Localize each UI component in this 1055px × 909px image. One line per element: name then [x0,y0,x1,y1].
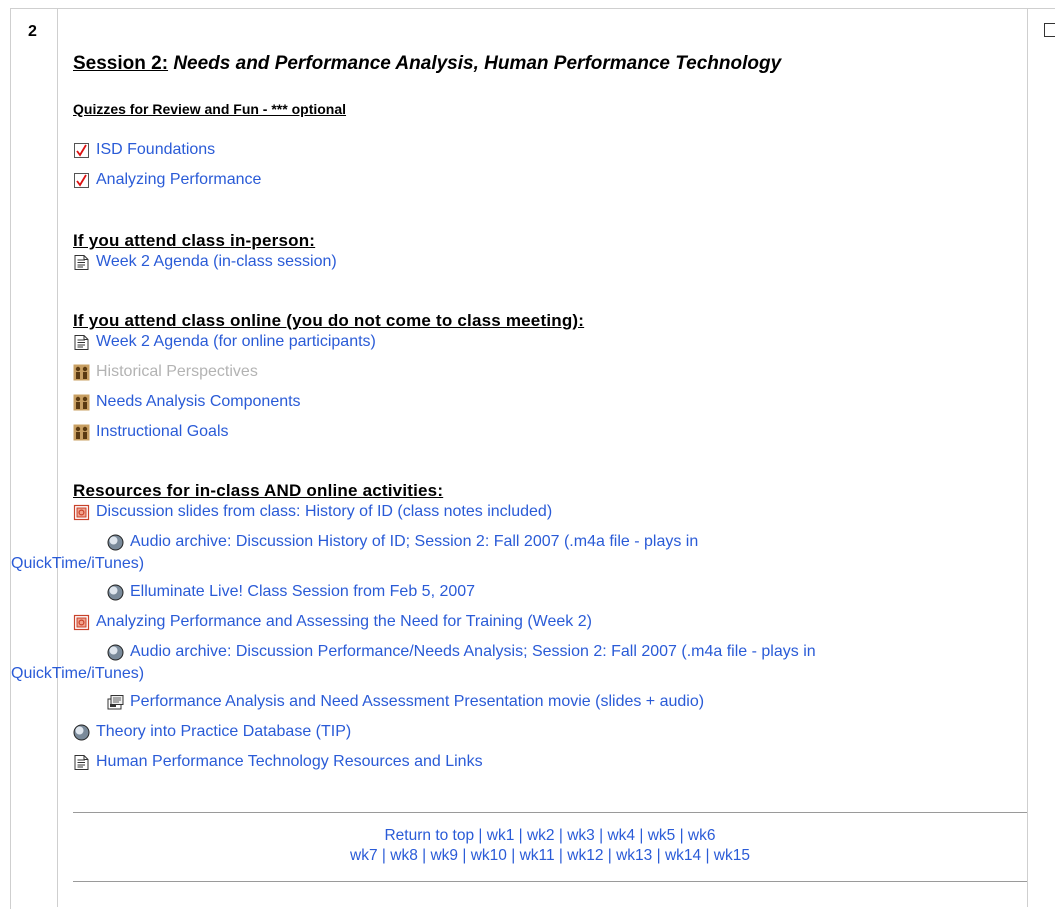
quizzes-heading: Quizzes for Review and Fun - *** optiona… [73,101,347,117]
resource-audio-needs-analysis-label[interactable]: Audio archive: Discussion Performance/Ne… [130,643,816,661]
week-link-wk7[interactable]: wk7 [350,847,378,864]
week-navigation: Return to top | wk1 | wk2 | wk3 | wk4 | … [73,826,1027,866]
week-link-wk6[interactable]: wk6 [688,827,716,844]
week-link-wk11[interactable]: wk11 [520,847,555,864]
course-section-2: 2 Session 2: Needs and Performance Analy… [10,8,1055,909]
section-title: Session 2: Needs and Performance Analysi… [73,53,781,75]
quiz-analyzing-performance[interactable]: Analyzing Performance [73,171,261,189]
nav-separator: | [639,827,644,844]
document-icon [74,755,89,770]
quiz-icon [74,173,89,188]
resource-tip-database[interactable]: Theory into Practice Database (TIP) [73,723,351,741]
resource-elluminate-session-label[interactable]: Elluminate Live! Class Session from Feb … [130,583,475,601]
week-link-wk15[interactable]: wk15 [714,847,750,864]
forum-icon [73,394,90,411]
document-icon [74,335,89,350]
nav-separator: | [607,847,612,864]
inperson-week2-agenda-label[interactable]: Week 2 Agenda (in-class session) [96,253,337,271]
nav-separator: | [462,847,467,864]
nav-separator: | [518,827,523,844]
return-to-top-link[interactable]: Return to top [384,827,474,844]
quiz-icon [74,143,89,158]
online-week2-agenda-label[interactable]: Week 2 Agenda (for online participants) [96,333,376,351]
week-navigation-row-2: wk7 | wk8 | wk9 | wk10 | wk11 | wk12 | w… [73,846,1027,866]
resources-heading: Resources for in-class AND online activi… [73,481,444,500]
web-link-icon [107,644,124,661]
document-icon [74,255,89,270]
powerpoint-icon [73,614,90,631]
week-link-wk4[interactable]: wk4 [607,827,635,844]
highlight-section-checkbox[interactable] [1044,23,1055,37]
resource-hpt-links[interactable]: Human Performance Technology Resources a… [73,753,483,771]
forum-instructional-goals-label[interactable]: Instructional Goals [96,423,229,441]
section-right-column [1027,9,1055,907]
movie-icon [107,695,124,710]
inperson-heading: If you attend class in-person: [73,231,316,250]
online-week2-agenda[interactable]: Week 2 Agenda (for online participants) [73,333,376,351]
resource-tip-database-label[interactable]: Theory into Practice Database (TIP) [96,723,351,741]
week-link-wk3[interactable]: wk3 [567,827,595,844]
week-link-wk5[interactable]: wk5 [648,827,676,844]
week-link-wk12[interactable]: wk12 [567,847,603,864]
quiz-isd-foundations-label[interactable]: ISD Foundations [96,141,215,159]
resource-presentation-movie[interactable]: Performance Analysis and Need Assessment… [107,693,704,711]
forum-historical-perspectives[interactable]: Historical Perspectives [73,363,258,381]
forum-historical-perspectives-label[interactable]: Historical Perspectives [96,363,258,381]
week-link-wk2[interactable]: wk2 [527,827,555,844]
week-link-wk10[interactable]: wk10 [471,847,507,864]
resource-audio-needs-analysis[interactable]: Audio archive: Discussion Performance/Ne… [107,643,816,661]
nav-separator: | [558,847,563,864]
quiz-isd-foundations[interactable]: ISD Foundations [73,141,215,159]
resource-presentation-movie-label[interactable]: Performance Analysis and Need Assessment… [130,693,704,711]
forum-icon [73,424,90,441]
resource-audio-needs-analysis-continued[interactable]: QuickTime/iTunes) [11,665,144,683]
nav-separator: | [511,847,516,864]
quiz-analyzing-performance-label[interactable]: Analyzing Performance [96,171,261,189]
resource-elluminate-session[interactable]: Elluminate Live! Class Session from Feb … [107,583,475,601]
week-link-wk1[interactable]: wk1 [487,827,515,844]
nav-separator: | [599,827,604,844]
section-number: 2 [28,23,37,40]
resource-analyzing-performance-slides[interactable]: Analyzing Performance and Assessing the … [73,613,592,631]
week-link-wk13[interactable]: wk13 [616,847,652,864]
week-link-wk8[interactable]: wk8 [390,847,418,864]
forum-icon [73,364,90,381]
resource-history-of-id-slides-label[interactable]: Discussion slides from class: History of… [96,503,552,521]
powerpoint-icon [73,504,90,521]
resource-hpt-links-label[interactable]: Human Performance Technology Resources a… [96,753,483,771]
resource-audio-needs-analysis-label-continued[interactable]: QuickTime/iTunes) [11,665,144,683]
week-navigation-row-1: Return to top | wk1 | wk2 | wk3 | wk4 | … [73,826,1027,846]
nav-top-divider [73,812,1027,813]
nav-separator: | [558,827,563,844]
section-title-text: Needs and Performance Analysis, Human Pe… [173,53,782,74]
resource-history-of-id-slides[interactable]: Discussion slides from class: History of… [73,503,552,521]
section-left-column: 2 [11,9,58,907]
forum-needs-analysis-components[interactable]: Needs Analysis Components [73,393,301,411]
nav-separator: | [656,847,661,864]
resource-audio-history-of-id-label[interactable]: Audio archive: Discussion History of ID;… [130,533,698,551]
nav-separator: | [478,827,483,844]
nav-separator: | [381,847,386,864]
online-heading: If you attend class online (you do not c… [73,311,585,330]
web-link-icon [73,724,90,741]
resource-audio-history-of-id[interactable]: Audio archive: Discussion History of ID;… [107,533,698,551]
nav-separator: | [705,847,710,864]
forum-instructional-goals[interactable]: Instructional Goals [73,423,229,441]
week-link-wk14[interactable]: wk14 [665,847,701,864]
resource-audio-history-of-id-label-continued[interactable]: QuickTime/iTunes) [11,555,144,573]
resource-audio-history-of-id-continued[interactable]: QuickTime/iTunes) [11,555,144,573]
nav-bottom-divider [73,881,1027,882]
section-title-prefix: Session 2: [73,53,169,74]
nav-separator: | [679,827,684,844]
nav-separator: | [422,847,427,864]
web-link-icon [107,534,124,551]
web-link-icon [107,584,124,601]
week-link-wk9[interactable]: wk9 [430,847,458,864]
forum-needs-analysis-components-label[interactable]: Needs Analysis Components [96,393,301,411]
resource-analyzing-performance-slides-label[interactable]: Analyzing Performance and Assessing the … [96,613,592,631]
inperson-week2-agenda[interactable]: Week 2 Agenda (in-class session) [73,253,337,271]
